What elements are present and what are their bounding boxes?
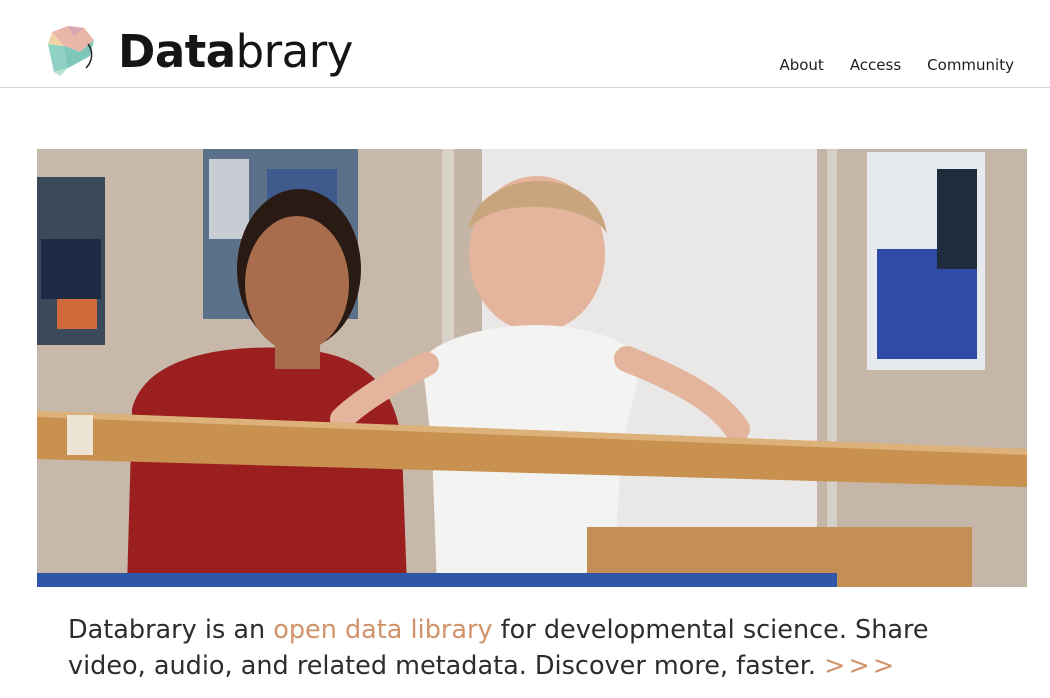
site-header: Databrary About Access Community [0,0,1050,88]
nav-community[interactable]: Community [927,56,1014,74]
open-data-library-link[interactable]: open data library [273,615,492,645]
main-nav: About Access Community [779,56,1014,74]
brand-wordmark[interactable]: Databrary [118,24,353,80]
nav-about[interactable]: About [779,56,823,74]
learn-more-link[interactable]: >>> [824,651,897,681]
tagline: Databrary is an open data library for de… [68,612,988,684]
brand-name-bold: Data [118,25,236,78]
brand-name-rest: brary [235,25,354,78]
hero-photo-illustration [37,149,1027,587]
databrary-logo-icon[interactable] [44,22,96,78]
hero-photo [37,149,1027,587]
tagline-text-start: Databrary is an [68,615,274,645]
nav-access[interactable]: Access [850,56,901,74]
